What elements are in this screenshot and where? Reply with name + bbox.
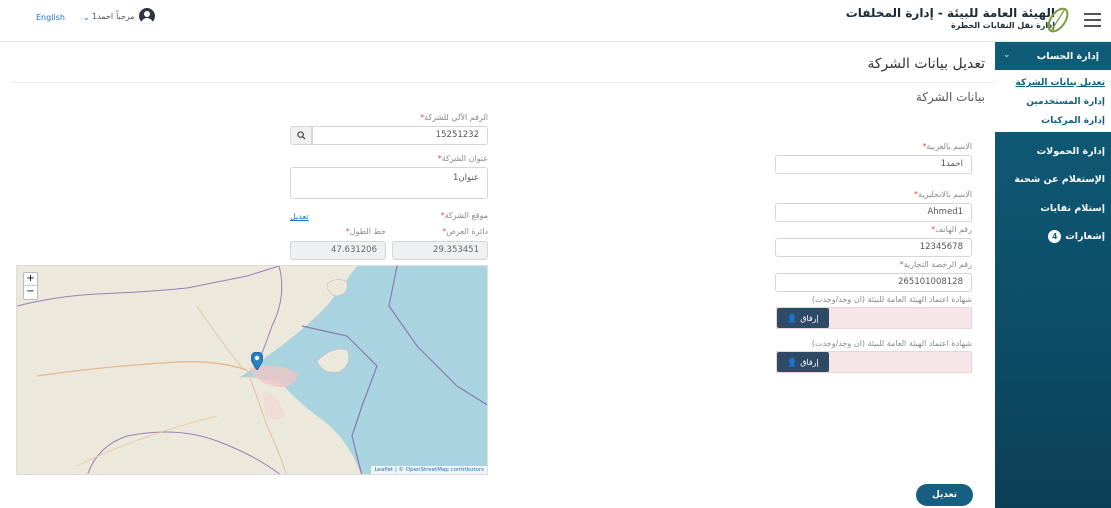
sidebar-item-receive-waste[interactable]: إستلام نفايات <box>1040 203 1105 214</box>
main-content: تعديل بيانات الشركة بيانات الشركة الاسم … <box>6 42 995 508</box>
search-icon <box>296 131 306 140</box>
title-divider <box>12 82 995 83</box>
welcome-text: مرحباً <box>116 12 135 21</box>
user-greeting[interactable]: مرحباً احمد1 <box>92 12 135 21</box>
address-textarea[interactable]: عنوان1 <box>290 167 488 199</box>
sidebar-item-notifications[interactable]: إشعارات 4 <box>1048 230 1105 243</box>
address-label: عنوان الشركة* <box>437 154 488 163</box>
latitude-label: دائرة العرض* <box>442 227 488 236</box>
map-zoom-controls: + − <box>23 272 38 300</box>
license-input[interactable]: 265101008128 <box>775 273 972 292</box>
top-bar: English ⌄ مرحباً احمد1 الهيئة العامة للب… <box>0 0 1111 42</box>
leaf-logo-icon <box>1045 5 1071 35</box>
org-subtitle: إدارة نقل النفايات الخطرة <box>951 21 1055 30</box>
longitude-input: 47.631206 <box>290 241 386 260</box>
sidebar-item-account: إدارة الحساب <box>1036 51 1099 62</box>
cert2-attach-button[interactable]: 👤 إرفاق <box>777 352 829 372</box>
license-label: رقم الرخصة التجارية* <box>899 260 972 269</box>
sidebar-subitem-users[interactable]: إدارة المستخدمين <box>1026 97 1105 107</box>
name-ar-input[interactable]: احمد1 <box>775 155 972 174</box>
cert2-label: شهادة اعتماد الهيئة العامة للبيئة (ان وج… <box>811 339 972 348</box>
auto-number-label: الرقم الآلي للشركة* <box>420 113 488 122</box>
section-title: بيانات الشركة <box>915 90 985 104</box>
sidebar-subitem-vehicles[interactable]: إدارة المركبات <box>1041 116 1105 126</box>
sidebar-subitem-edit-company[interactable]: تعديل بيانات الشركة <box>1016 78 1106 88</box>
upload-user-icon: 👤 <box>787 357 798 367</box>
phone-input[interactable]: 12345678 <box>775 238 972 257</box>
org-title-block: الهيئة العامة للبيئة - إدارة المخلفات إد… <box>846 6 1055 30</box>
sidebar-submenu: تعديل بيانات الشركة إدارة المستخدمين إدا… <box>995 70 1111 132</box>
cert1-label: شهادة اعتماد الهيئة العامة للبيئة (ان وج… <box>811 295 972 304</box>
location-map[interactable]: + − Leaflet | © OpenStreetMap contributo… <box>16 265 488 475</box>
search-button[interactable] <box>290 126 312 145</box>
sidebar-item-shipment-inquiry[interactable]: الإستعلام عن شحنة <box>1014 174 1105 185</box>
chevron-down-icon: ⌄ <box>1003 50 1011 60</box>
cert1-attach-button[interactable]: 👤 إرفاق <box>777 308 829 328</box>
sidebar-account-menu[interactable]: إدارة الحساب ⌄ <box>995 50 1105 65</box>
cert2-dropzone[interactable]: 👤 إرفاق <box>776 351 972 373</box>
page-title: تعديل بيانات الشركة <box>867 56 985 72</box>
zoom-out-button[interactable]: − <box>24 286 37 299</box>
notifications-badge: 4 <box>1048 230 1062 243</box>
name-ar-label: الاسم بالعربية* <box>922 142 972 151</box>
auto-number-input[interactable]: 15251232 <box>312 126 488 145</box>
submit-button[interactable]: تعديل <box>916 484 973 506</box>
longitude-label: خط الطول* <box>345 227 386 236</box>
name-en-input[interactable]: Ahmed1 <box>775 203 972 222</box>
upload-user-icon: 👤 <box>787 313 798 323</box>
hamburger-menu-icon[interactable] <box>1084 13 1101 27</box>
location-label: موقع الشركة* <box>440 211 488 220</box>
location-edit-link[interactable]: تعديل <box>290 212 309 221</box>
notifications-label: إشعارات <box>1065 231 1105 242</box>
user-avatar-icon[interactable] <box>139 8 155 24</box>
name-en-label: الاسم بالانجليزية* <box>914 190 972 199</box>
cert1-dropzone[interactable]: 👤 إرفاق <box>776 307 972 329</box>
org-title: الهيئة العامة للبيئة - إدارة المخلفات <box>845 6 1055 20</box>
sidebar: إدارة الحساب ⌄ تعديل بيانات الشركة إدارة… <box>995 42 1111 508</box>
zoom-in-button[interactable]: + <box>24 273 37 286</box>
latitude-input: 29.353451 <box>392 241 488 260</box>
username-text: احمد1 <box>92 12 114 21</box>
phone-label: رقم الهاتف* <box>931 225 972 234</box>
language-chevron-icon[interactable]: ⌄ <box>83 13 90 22</box>
map-attribution[interactable]: Leaflet | © OpenStreetMap contributors <box>371 466 487 474</box>
map-marker-icon[interactable] <box>250 351 264 374</box>
sidebar-item-loads[interactable]: إدارة الحمولات <box>1037 146 1105 157</box>
language-switch[interactable]: English <box>36 13 65 22</box>
